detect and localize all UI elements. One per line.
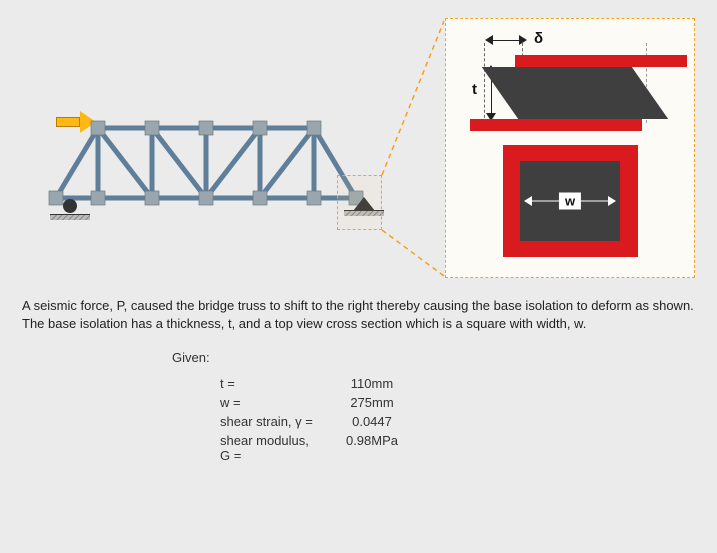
w-label: w — [559, 193, 581, 210]
bottom-plate — [470, 119, 642, 131]
value-cell: 0.98MPa — [317, 432, 427, 464]
table-row: shear strain, γ = 0.0447 — [220, 413, 427, 430]
param-cell: t = — [220, 375, 315, 392]
delta-label: δ — [534, 30, 543, 47]
diagram-area: δ t w — [22, 18, 695, 283]
given-table: t = 110mm w = 275mm shear strain, γ = 0.… — [218, 373, 429, 466]
delta-dimension-arrow-icon — [485, 35, 527, 45]
table-row: shear modulus, G = 0.98MPa — [220, 432, 427, 464]
param-cell: shear modulus, G = — [220, 432, 315, 464]
value-cell: 110mm — [317, 375, 427, 392]
plan-view-diagram: w — [503, 145, 638, 257]
truss-illustration — [22, 53, 422, 213]
value-cell: 275mm — [317, 394, 427, 411]
value-cell: 0.0447 — [317, 413, 427, 430]
roller-support-icon — [50, 199, 90, 220]
base-isolation-detail: δ t w — [445, 18, 695, 278]
param-cell: shear strain, γ = — [220, 413, 315, 430]
given-heading: Given: — [172, 350, 695, 365]
problem-description: A seismic force, P, caused the bridge tr… — [22, 297, 695, 332]
table-row: t = 110mm — [220, 375, 427, 392]
top-plate — [515, 55, 687, 67]
given-section: Given: t = 110mm w = 275mm shear strain,… — [172, 350, 695, 466]
t-label: t — [472, 81, 477, 98]
callout-box — [337, 175, 382, 230]
table-row: w = 275mm — [220, 394, 427, 411]
elastomer-block — [482, 67, 668, 119]
param-cell: w = — [220, 394, 315, 411]
shear-deformation-diagram: δ t — [460, 29, 680, 139]
